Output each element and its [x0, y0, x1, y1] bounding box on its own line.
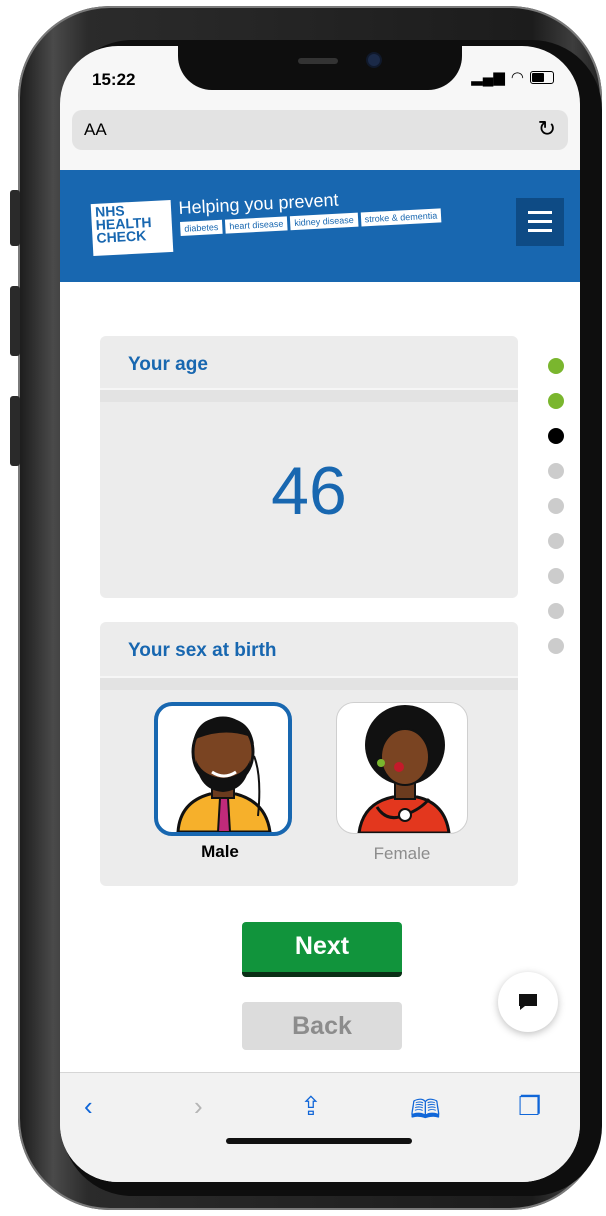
speaker: [298, 58, 338, 64]
sex-option-female-label: Female: [373, 844, 431, 863]
female-avatar-icon: [357, 705, 451, 833]
tag-stroke-dementia: stroke & dementia: [360, 208, 442, 227]
card-divider: [100, 388, 518, 402]
sex-option-male[interactable]: [154, 702, 292, 836]
progress-dot-complete: [548, 393, 564, 409]
signal-icon: ▂▄▆: [471, 69, 505, 86]
progress-dot-pending: [548, 638, 564, 654]
age-value: 46: [271, 453, 347, 529]
progress-dot-pending: [548, 533, 564, 549]
status-icons: ▂▄▆ ◠: [471, 68, 554, 86]
progress-dot-current: [548, 428, 564, 444]
home-indicator: [226, 1138, 412, 1144]
browser-toolbar: ‹ › ⇪ 🕮 ❐: [60, 1072, 580, 1182]
site-header: NHS HEALTH CHECK Helping you prevent dia…: [60, 170, 580, 282]
tag-kidney-disease: kidney disease: [289, 212, 359, 231]
forward-chevron-icon[interactable]: ›: [194, 1091, 203, 1122]
progress-dot-pending: [548, 463, 564, 479]
wifi-icon: ◠: [510, 69, 524, 86]
tag-heart-disease: heart disease: [224, 216, 288, 234]
camera: [368, 54, 380, 66]
sex-option-male-label: Male: [201, 842, 239, 861]
reload-icon[interactable]: ↻: [538, 116, 556, 142]
side-button-volume-down: [10, 396, 20, 466]
status-time: 15:22: [92, 70, 136, 89]
back-button[interactable]: Back: [242, 1002, 402, 1050]
phone-screen: 15:22 ▂▄▆ ◠ AA ↻ NHS HEALTH CHECK Helpin…: [60, 46, 580, 1182]
male-avatar-icon: [176, 716, 272, 832]
notch: [178, 46, 462, 90]
logo-line-3: CHECK: [96, 227, 147, 246]
battery-icon: [530, 70, 554, 84]
age-card-title: Your age: [128, 354, 208, 375]
address-bar[interactable]: AA ↻: [72, 110, 568, 150]
chat-bubble-icon: [519, 994, 537, 1010]
progress-dot-pending: [548, 603, 564, 619]
share-icon[interactable]: ⇪: [300, 1091, 322, 1122]
chat-button[interactable]: [498, 972, 558, 1032]
next-button[interactable]: Next: [242, 922, 402, 977]
progress-dot-pending: [548, 568, 564, 584]
text-size-button[interactable]: AA: [84, 120, 107, 140]
side-button-volume-up: [10, 286, 20, 356]
hamburger-menu-icon[interactable]: [516, 198, 564, 246]
page-content: Your age 46 Your sex at birth Male Femal…: [60, 282, 580, 1072]
sex-card: Your sex at birth Male Female: [100, 622, 518, 886]
card-divider: [100, 676, 518, 690]
nhs-health-check-logo[interactable]: NHS HEALTH CHECK: [90, 199, 174, 257]
bookmarks-icon[interactable]: 🕮: [410, 1091, 441, 1135]
progress-dot-complete: [548, 358, 564, 374]
progress-dot-pending: [548, 498, 564, 514]
age-card: Your age 46: [100, 336, 518, 598]
progress-dots: [548, 358, 564, 654]
side-button-mute: [10, 190, 20, 246]
tabs-icon[interactable]: ❐: [518, 1091, 541, 1122]
tag-diabetes: diabetes: [180, 219, 223, 236]
back-chevron-icon[interactable]: ‹: [84, 1091, 93, 1122]
sex-card-title: Your sex at birth: [128, 640, 277, 661]
sex-option-female[interactable]: [336, 702, 468, 834]
